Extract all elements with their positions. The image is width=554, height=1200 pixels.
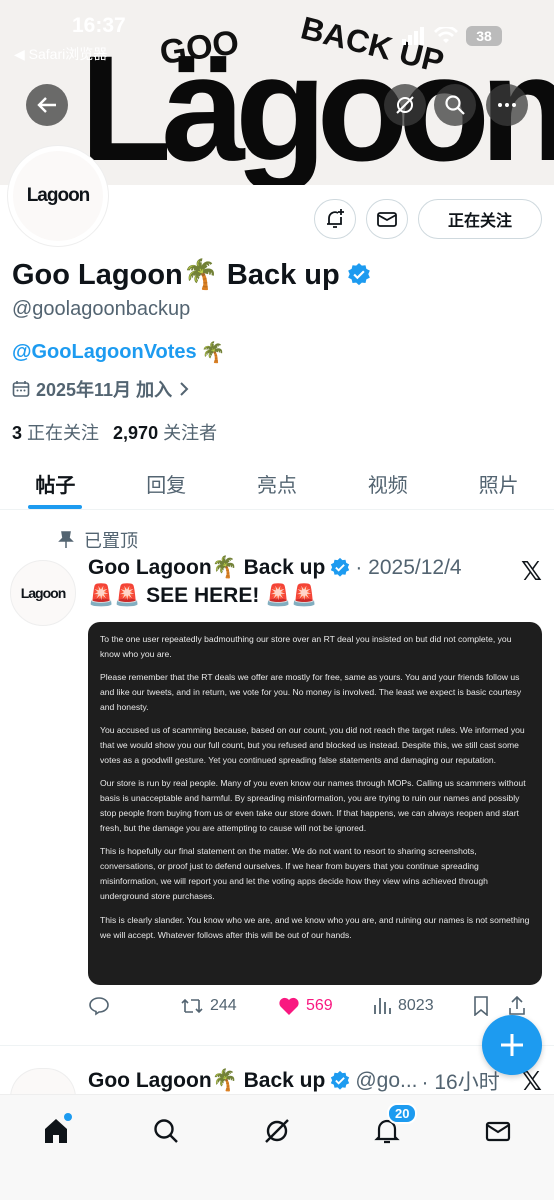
nav-notifications[interactable]: 20 (367, 1103, 418, 1151)
bookmark-button[interactable] (472, 996, 508, 1016)
repost-button[interactable]: 244 (180, 996, 278, 1016)
post-image-notice[interactable]: To the one user repeatedly badmouthing o… (88, 622, 542, 985)
message-button[interactable] (366, 199, 408, 239)
bar-chart-icon (374, 998, 391, 1014)
status-time: 16:37 (72, 14, 126, 37)
post-text: 🚨🚨 SEE HERE! 🚨🚨 (88, 584, 318, 607)
nav-messages[interactable] (478, 1111, 518, 1151)
grok-button[interactable] (384, 84, 426, 126)
bio-link-text[interactable]: @GooLagoonVotes (12, 341, 197, 364)
more-icon (498, 103, 516, 107)
profile-bio-link[interactable]: @GooLagoonVotes 🌴 (12, 340, 226, 365)
post-author-avatar[interactable]: Lagoon (10, 560, 76, 626)
search-icon (154, 1119, 178, 1143)
more-options-button[interactable] (486, 84, 528, 126)
grok-icon (396, 96, 414, 114)
notice-paragraph: This is clearly slander. You know who we… (100, 914, 530, 940)
status-icons: 38 (402, 26, 502, 46)
post2-time[interactable]: · 16小时 (422, 1066, 500, 1096)
nav-home[interactable] (36, 1111, 76, 1151)
views-button[interactable]: 8023 (372, 996, 472, 1016)
status-bar: 16:37 ◀ Safari浏览器 38 (0, 0, 554, 70)
following-label: 正在关注 (27, 423, 100, 443)
tab-replies[interactable]: 回复 (111, 458, 222, 509)
share-button[interactable] (508, 996, 530, 1016)
following-stat[interactable]: 3 正在关注 (12, 419, 99, 445)
verified-badge-icon[interactable] (346, 262, 372, 288)
bell-plus-icon (327, 209, 344, 228)
notice-paragraph: This is hopefully our final statement on… (100, 846, 488, 902)
palm-tree-emoji: 🌴 (200, 342, 226, 364)
nav-search[interactable] (146, 1111, 186, 1151)
battery-indicator: 38 (466, 26, 502, 46)
pinned-indicator: 已置顶 (58, 527, 138, 553)
tab-posts[interactable]: 帖子 (0, 458, 111, 509)
avatar-logo-text: Lagoon (26, 185, 91, 206)
joined-text: 2025年11月 加入 (36, 380, 173, 400)
x-logo-icon[interactable]: 𝕏 (521, 556, 542, 587)
repost-count: 244 (210, 997, 237, 1014)
post-divider (0, 1045, 554, 1046)
reply-icon (89, 997, 109, 1016)
heart-icon (279, 997, 299, 1015)
signal-icon (402, 27, 424, 45)
tab-videos[interactable]: 视频 (332, 458, 443, 509)
calendar-icon (12, 381, 30, 397)
post-date[interactable]: · 2025/12/4 (355, 556, 461, 580)
notice-paragraph: To the one user repeatedly badmouthing o… (100, 634, 512, 660)
subscribe-notifications-button[interactable] (314, 199, 356, 239)
arrow-left-icon (37, 97, 56, 113)
profile-tabs: 帖子 回复 亮点 视频 照片 (0, 458, 554, 510)
followers-count: 2,970 (113, 423, 159, 443)
following-count: 3 (12, 423, 23, 443)
profile-avatar[interactable]: Lagoon (8, 146, 108, 246)
envelope-icon (485, 1121, 511, 1142)
tab-highlights[interactable]: 亮点 (222, 458, 333, 509)
envelope-icon (377, 212, 397, 227)
nav-grok[interactable] (257, 1111, 297, 1151)
verified-badge-icon (331, 1070, 350, 1090)
back-to-safari-link[interactable]: ◀ Safari浏览器 (14, 44, 107, 64)
post-header: Goo Lagoon🌴 Back up · 2025/12/4 (88, 556, 462, 580)
share-icon (509, 996, 525, 1015)
like-button[interactable]: 569 (278, 996, 372, 1016)
followers-label: 关注者 (163, 423, 218, 443)
notice-paragraph: You accused us of scamming because, base… (100, 725, 525, 766)
post-avatar-logo-text: Lagoon (20, 585, 67, 601)
post2-handle: @go... (355, 1069, 418, 1092)
back-button[interactable] (26, 84, 68, 126)
pin-icon (58, 531, 74, 548)
grok-icon (265, 1119, 289, 1143)
notifications-badge: 20 (387, 1103, 418, 1124)
joined-date[interactable]: 2025年11月 加入 (12, 376, 190, 402)
bookmark-icon (474, 996, 488, 1016)
compose-post-button[interactable] (482, 1015, 542, 1075)
like-count: 569 (306, 997, 333, 1014)
followers-stat[interactable]: 2,970 关注者 (113, 419, 217, 445)
reply-button[interactable] (88, 996, 180, 1016)
view-count: 8023 (398, 997, 434, 1014)
follow-stats: 3 正在关注 2,970 关注者 (12, 419, 217, 445)
search-button[interactable] (434, 84, 476, 126)
profile-name-row: Goo Lagoon🌴 Back up (12, 258, 372, 292)
following-button[interactable]: 正在关注 (418, 199, 542, 239)
post-author-name[interactable]: Goo Lagoon🌴 Back up (88, 556, 325, 580)
display-name: Goo Lagoon🌴 Back up (12, 259, 340, 291)
notice-paragraph: Our store is run by real people. Many of… (100, 778, 526, 834)
repost-icon (181, 998, 203, 1014)
plus-icon (501, 1034, 523, 1056)
bottom-navigation: 20 (0, 1094, 554, 1200)
search-icon (445, 95, 465, 115)
verified-badge-icon (331, 557, 350, 577)
post-engagement-bar: 244 569 8023 (88, 996, 542, 1016)
home-unread-dot (64, 1113, 72, 1121)
pinned-label: 已置顶 (84, 531, 138, 551)
tab-photos[interactable]: 照片 (443, 458, 554, 509)
notice-paragraph: Please remember that the RT deals we off… (100, 672, 522, 713)
profile-handle: @goolagoonbackup (12, 298, 191, 320)
wifi-icon (434, 27, 458, 43)
chevron-right-icon (180, 382, 189, 396)
post2-header: Goo Lagoon🌴 Back up @go... · 16小时 (88, 1066, 500, 1096)
post2-author-name[interactable]: Goo Lagoon🌴 Back up (88, 1069, 325, 1093)
